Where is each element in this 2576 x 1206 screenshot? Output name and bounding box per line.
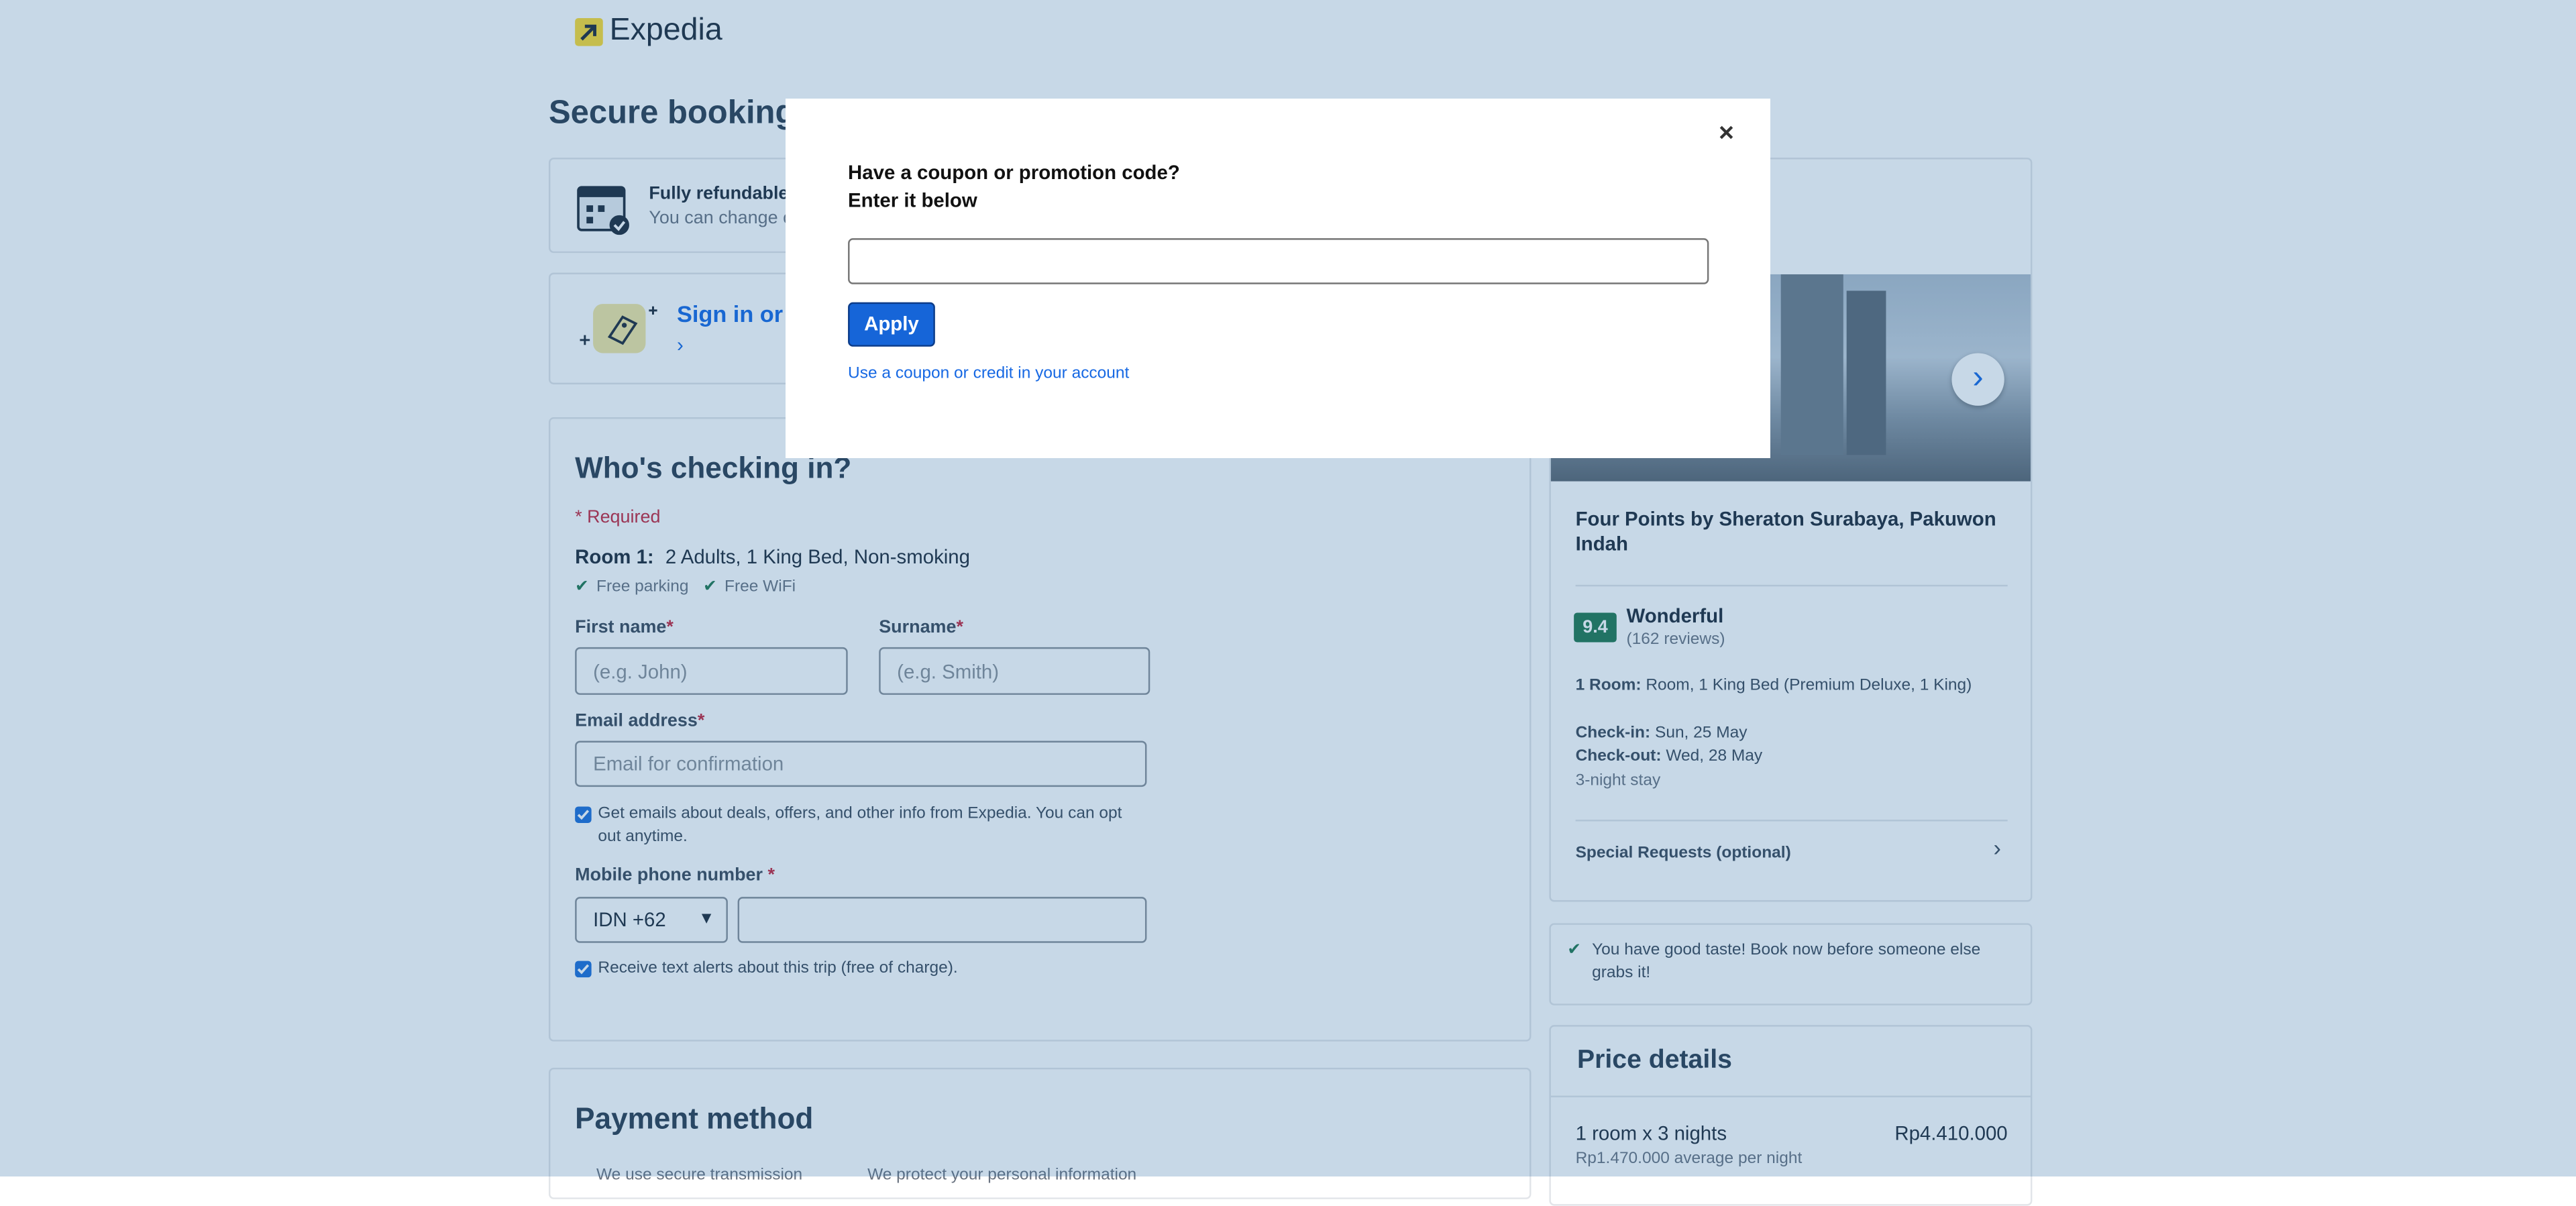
account-coupon-link[interactable]: Use a coupon or credit in your account [848,365,1129,383]
coupon-code-input[interactable] [848,238,1709,284]
modal-title-line1: Have a coupon or promotion code? [848,161,1180,184]
coupon-modal: × Have a coupon or promotion code? Enter… [786,99,1770,458]
apply-button[interactable]: Apply [848,302,935,347]
close-icon[interactable]: × [1719,120,1734,150]
modal-title: Have a coupon or promotion code? Enter i… [848,160,1180,215]
modal-title-line2: Enter it below [848,188,977,212]
